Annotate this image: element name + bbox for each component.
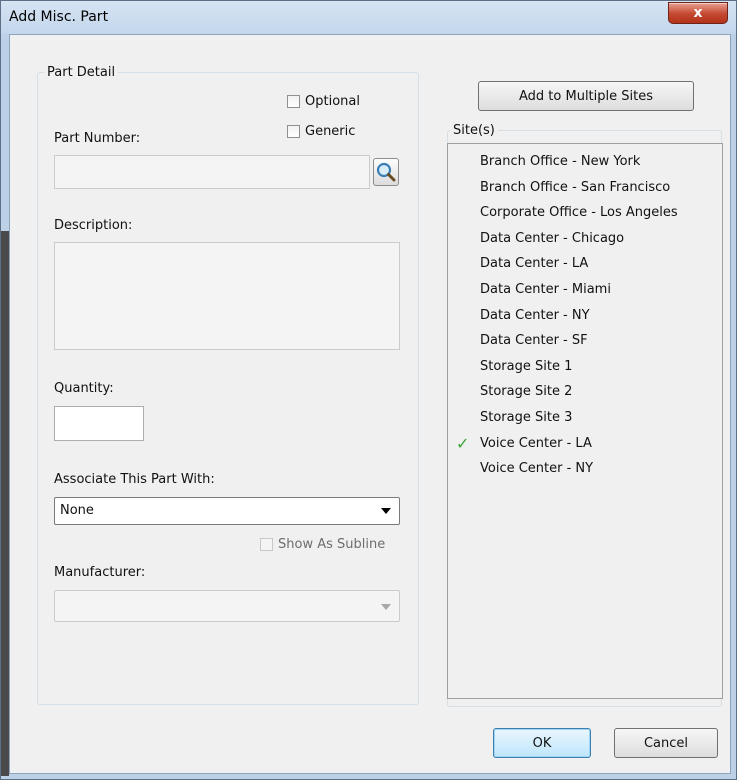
manufacturer-label: Manufacturer: [54,565,146,580]
site-list-item[interactable]: Storage Site 2 [480,384,572,399]
add-to-multiple-sites-label: Add to Multiple Sites [519,88,653,104]
quantity-label: Quantity: [54,381,114,396]
show-as-subline-row: Show As Subline [260,537,385,552]
close-icon: x [693,5,703,21]
window-edge [1,231,9,776]
manufacturer-select [54,590,400,622]
site-list-item[interactable]: Data Center - Miami [480,282,611,297]
optional-checkbox-row[interactable]: Optional [287,94,360,109]
generic-label: Generic [305,124,356,139]
description-input[interactable] [54,242,400,350]
show-as-subline-checkbox [260,538,273,551]
chevron-down-icon [381,508,391,514]
site-list-item[interactable]: Voice Center - NY [480,461,593,476]
site-list-item[interactable]: Branch Office - San Francisco [480,180,670,195]
dialog-window: Add Misc. Part x Part Detail Optional Ge… [0,0,737,780]
search-icon [376,162,396,182]
associate-select[interactable]: None [54,497,400,525]
site-list-item[interactable]: Data Center - SF [480,333,588,348]
ok-label: OK [532,735,552,751]
site-list-item[interactable]: Voice Center - LA [480,436,592,451]
generic-checkbox[interactable] [287,125,300,138]
title-bar[interactable]: Add Misc. Part x [1,1,736,34]
part-number-input[interactable] [54,155,370,189]
site-list-item[interactable]: Storage Site 3 [480,410,572,425]
sites-list[interactable]: Branch Office - New York Branch Office - … [447,143,723,699]
checkmark-icon: ✓ [456,433,470,453]
close-button[interactable]: x [668,2,728,24]
site-list-item[interactable]: Data Center - Chicago [480,231,624,246]
cancel-label: Cancel [643,735,689,751]
window-title: Add Misc. Part [9,9,109,25]
add-to-multiple-sites-button[interactable]: Add to Multiple Sites [478,81,694,111]
site-list-item[interactable]: Corporate Office - Los Angeles [480,205,678,220]
site-list-item[interactable]: Data Center - LA [480,256,588,271]
show-as-subline-label: Show As Subline [278,537,386,552]
dialog-body: Part Detail Optional Generic Part Number… [9,34,731,774]
site-list-item[interactable]: Branch Office - New York [480,154,640,169]
description-label: Description: [54,218,133,233]
part-detail-title: Part Detail [47,65,116,80]
site-list-item[interactable]: Storage Site 1 [480,359,572,374]
site-list-item[interactable]: Data Center - NY [480,308,590,323]
quantity-input[interactable] [54,406,144,441]
optional-label: Optional [305,94,360,109]
optional-checkbox[interactable] [287,95,300,108]
sites-title: Site(s) [453,123,495,138]
ok-button[interactable]: OK [493,728,591,758]
generic-checkbox-row[interactable]: Generic [287,124,355,139]
chevron-down-icon [381,604,391,610]
part-number-label: Part Number: [54,131,141,146]
associate-label: Associate This Part With: [54,472,215,487]
associate-select-value: None [60,503,94,518]
cancel-button[interactable]: Cancel [614,728,718,758]
part-search-button[interactable] [373,158,399,186]
